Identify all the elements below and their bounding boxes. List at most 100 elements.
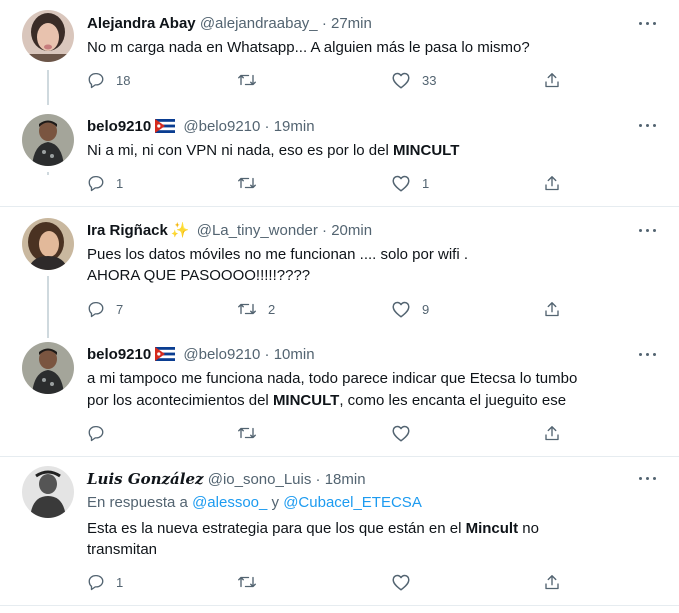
retweet-button[interactable] <box>237 173 268 193</box>
divider <box>0 206 679 207</box>
tweet-actions: 7 2 9 <box>87 299 567 319</box>
retweet-icon <box>238 576 256 588</box>
more-icon[interactable] <box>637 120 659 130</box>
like-count: 33 <box>422 72 437 88</box>
like-count: 9 <box>422 301 430 317</box>
thread-line <box>47 172 49 175</box>
tweet-text-part: , como les encanta el jueguito ese <box>339 392 567 409</box>
tweet-text: No m carga nada en Whatsapp... A alguien… <box>87 39 530 56</box>
timestamp[interactable]: 10min <box>274 346 315 363</box>
like-button[interactable] <box>391 572 422 592</box>
reply-button[interactable]: 1 <box>87 572 123 592</box>
like-icon <box>392 425 410 442</box>
display-name[interactable]: Luis González <box>87 470 204 488</box>
reply-count: 18 <box>116 72 131 88</box>
like-button[interactable]: 1 <box>391 173 429 193</box>
share-button[interactable] <box>543 572 561 592</box>
reply-icon <box>88 175 104 192</box>
tweet-header: belo9210 @belo9210 · 19min <box>87 118 315 136</box>
share-button[interactable] <box>543 70 561 90</box>
thread-line <box>47 276 49 338</box>
timestamp[interactable]: 19min <box>274 118 315 135</box>
dot-separator: · <box>321 15 327 32</box>
handle[interactable]: @alejandraabay_ <box>200 15 318 32</box>
retweet-button[interactable]: 2 <box>237 299 275 319</box>
share-button[interactable] <box>543 299 561 319</box>
like-icon <box>392 175 410 192</box>
cuba-flag-icon <box>155 347 176 361</box>
mention-link[interactable]: @Cubacel_ETECSA <box>283 494 422 511</box>
share-button[interactable] <box>543 173 561 193</box>
tweet-header: Ira Rigñack ✨ @La_tiny_wonder · 20min <box>87 222 372 240</box>
share-icon <box>545 175 559 190</box>
handle[interactable]: @La_tiny_wonder <box>197 222 318 239</box>
retweet-icon <box>238 177 256 189</box>
tweet-text-line: a mi tampoco me funciona nada, todo pare… <box>87 370 578 387</box>
tweet-text-bold: MINCULT <box>393 142 460 159</box>
retweet-button[interactable] <box>237 572 268 592</box>
reply-icon <box>88 574 104 591</box>
tweet-text-part: no <box>518 520 539 537</box>
like-button[interactable]: 33 <box>391 70 436 90</box>
tweet-text: Ni a mi, ni con VPN ni nada, eso es por … <box>87 141 459 161</box>
tweet-text-bold: MINCULT <box>272 392 340 409</box>
divider <box>0 605 679 606</box>
like-icon <box>392 72 410 89</box>
handle[interactable]: @io_sono_Luis <box>208 471 312 488</box>
like-button[interactable] <box>391 423 422 443</box>
avatar[interactable] <box>22 10 74 62</box>
reply-button[interactable]: 18 <box>87 70 130 90</box>
avatar[interactable] <box>22 466 74 518</box>
tweet-text-line: AHORA QUE PASOOOO!!!!!???? <box>87 267 311 284</box>
reply-icon <box>88 425 104 442</box>
share-button[interactable] <box>543 423 561 443</box>
like-button[interactable]: 9 <box>391 299 429 319</box>
mention-link[interactable]: @alessoo_ <box>192 494 267 511</box>
more-icon[interactable] <box>637 225 659 235</box>
dot-separator: · <box>322 222 328 239</box>
display-name[interactable]: Ira Rigñack <box>87 222 168 239</box>
handle[interactable]: @belo9210 <box>183 118 260 135</box>
like-icon <box>392 574 410 591</box>
retweet-button[interactable] <box>237 423 268 443</box>
handle[interactable]: @belo9210 <box>183 346 260 363</box>
reply-button[interactable]: 1 <box>87 173 123 193</box>
tweet-text-bold: Mincult <box>465 520 519 537</box>
retweet-icon <box>238 303 256 315</box>
tweet-header: Alejandra Abay @alejandraabay_ · 27min <box>87 15 372 33</box>
avatar[interactable] <box>22 218 74 270</box>
display-name[interactable]: belo9210 <box>87 346 151 363</box>
tweet-header: belo9210 @belo9210 · 10min <box>87 346 315 364</box>
tweet-text-part: por los acontecimientos del <box>87 392 273 409</box>
reply-context: En respuesta a @alessoo_ y @Cubacel_ETEC… <box>87 493 422 513</box>
reply-count: 1 <box>116 574 124 590</box>
tweet-text-part: Esta es la nueva estrategia para que los… <box>87 520 466 537</box>
tweet-actions: 1 <box>87 572 567 592</box>
display-name[interactable]: belo9210 <box>87 118 151 135</box>
tweet-text-line: Esta es la nueva estrategia para que los… <box>87 519 539 539</box>
avatar[interactable] <box>22 342 74 394</box>
share-icon <box>545 574 559 589</box>
like-count: 1 <box>422 175 430 191</box>
more-icon[interactable] <box>637 18 659 28</box>
more-icon[interactable] <box>637 349 659 359</box>
like-icon <box>392 301 410 318</box>
timestamp[interactable]: 27min <box>331 15 372 32</box>
retweet-button[interactable] <box>237 70 268 90</box>
tweet-text-line: por los acontecimientos del MINCULT, com… <box>87 391 566 411</box>
timestamp[interactable]: 18min <box>325 471 366 488</box>
reply-button[interactable] <box>87 423 116 443</box>
share-icon <box>545 72 559 87</box>
divider <box>0 456 679 457</box>
tweet-text-line: transmitan <box>87 541 158 558</box>
avatar[interactable] <box>22 114 74 166</box>
reply-icon <box>88 301 104 318</box>
share-icon <box>545 301 559 316</box>
tweet-header: Luis González @io_sono_Luis · 18min <box>87 470 366 489</box>
cuba-flag-icon <box>155 119 176 133</box>
timestamp[interactable]: 20min <box>331 222 372 239</box>
more-icon[interactable] <box>637 473 659 483</box>
reply-button[interactable]: 7 <box>87 299 123 319</box>
tweet-actions: 1 1 <box>87 173 567 193</box>
display-name[interactable]: Alejandra Abay <box>87 15 196 32</box>
